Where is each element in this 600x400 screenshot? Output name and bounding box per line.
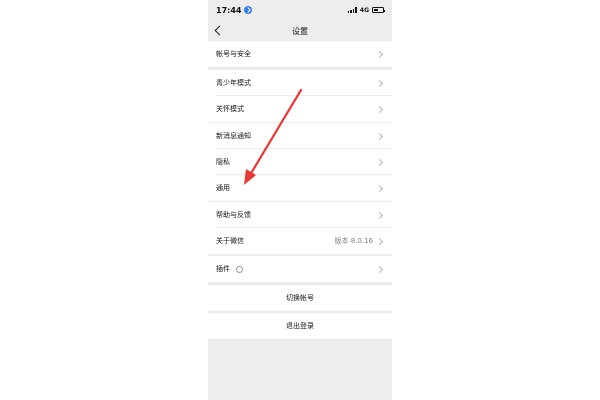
annotation-arrow-head <box>244 169 256 185</box>
annotation-arrow <box>244 88 303 185</box>
phone-screen: 17:44 4G 设置 帐号与安全 青少年模式 关怀模式 新消息通知 隐私 通用… <box>208 0 392 400</box>
annotation-arrow-shaft <box>248 88 303 177</box>
